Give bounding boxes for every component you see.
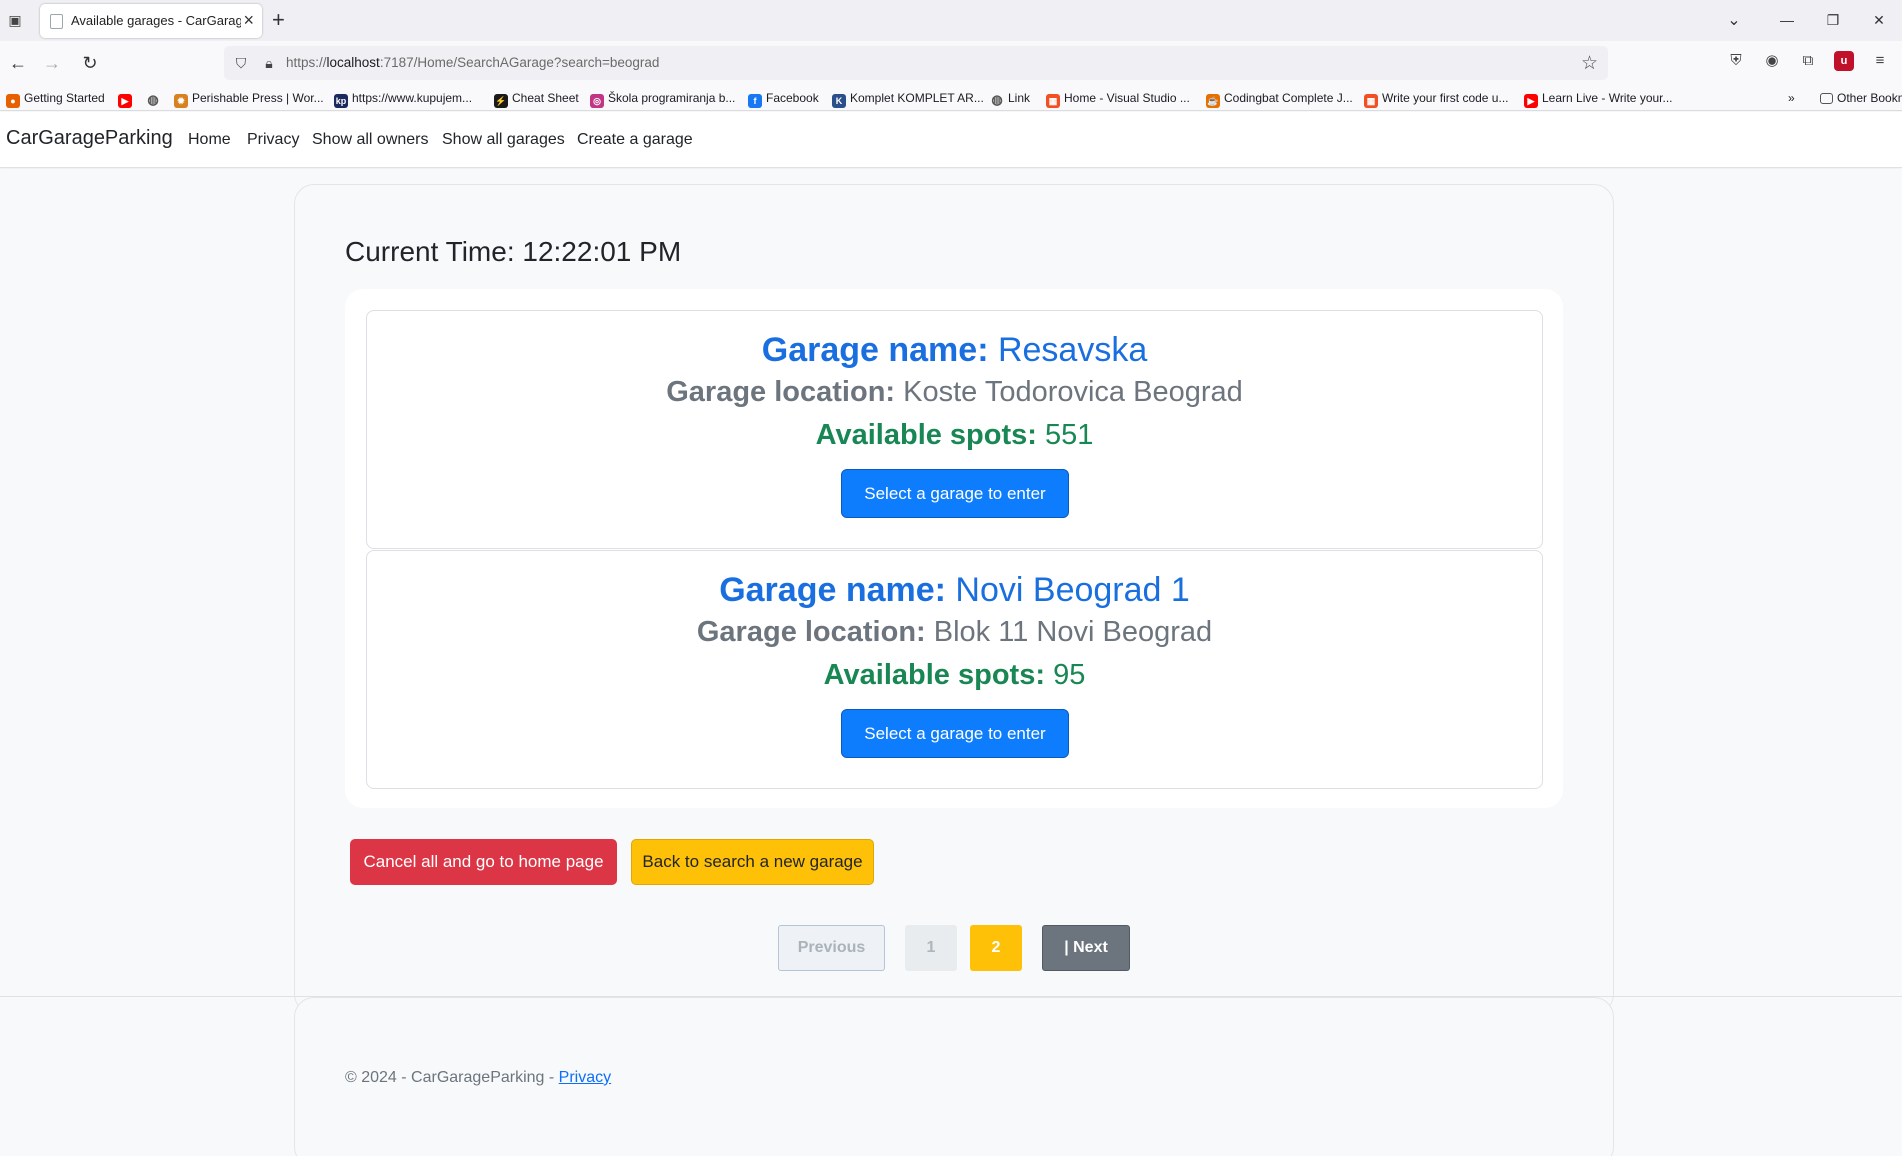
footer-text: © 2024 - CarGarageParking - Privacy — [345, 1069, 612, 1086]
restore-icon[interactable]: ❐ — [1810, 0, 1856, 41]
browser-navigation-bar: ← → ↻ ⛉ 🔒︎ https://localhost:7187/Home/S… — [0, 41, 1902, 85]
youtube-icon: ▶ — [1524, 94, 1538, 108]
tab-title: Available garages - CarGarageP — [71, 13, 241, 28]
bookmark-label: Learn Live - Write your... — [1542, 91, 1673, 105]
tracking-shield-icon[interactable]: ⛉ — [232, 54, 250, 72]
footer-privacy-link[interactable]: Privacy — [559, 1069, 611, 1086]
pagination-next-button[interactable]: | Next — [1042, 925, 1130, 971]
forward-arrow-icon[interactable]: → — [40, 51, 64, 75]
bookmark-label: Getting Started — [24, 91, 105, 105]
list-all-tabs-icon[interactable]: ⌄ — [1704, 0, 1764, 41]
globe-icon: ◍ — [147, 92, 159, 107]
garage-location: Garage location: Blok 11 Novi Beograd — [696, 616, 1213, 648]
instagram-icon: ◎ — [590, 94, 604, 108]
extensions-icon[interactable]: ⧉ — [1798, 51, 1818, 71]
nav-privacy-link[interactable]: Privacy — [247, 131, 299, 149]
bookmark-item[interactable]: ⚡ Cheat Sheet — [494, 89, 579, 108]
other-bookmarks[interactable]: Other Bookmarks — [1820, 89, 1902, 107]
bookmark-item[interactable]: ▦ Home - Visual Studio ... — [1046, 89, 1190, 108]
select-garage-button[interactable]: Select a garage to enter — [841, 469, 1069, 518]
bookmark-label: Link — [1008, 91, 1031, 105]
cancel-home-button[interactable]: Cancel all and go to home page — [350, 839, 617, 885]
bookmark-label: Cheat Sheet — [512, 91, 579, 105]
youtube-icon: ▶ — [118, 94, 132, 108]
new-tab-icon[interactable]: + — [272, 6, 285, 34]
site-navbar: CarGarageParking Home Privacy Show all o… — [0, 112, 1902, 168]
ublock-icon[interactable]: u — [1834, 51, 1854, 71]
bookmark-item[interactable]: kp https://www.kupujem... — [334, 89, 473, 108]
select-garage-button[interactable]: Select a garage to enter — [841, 709, 1069, 758]
bookmark-label: Škola programiranja b... — [608, 91, 736, 105]
pagination-previous-button[interactable]: Previous — [778, 925, 885, 971]
available-spots: Available spots: 95 — [823, 659, 1086, 691]
firefox-icon: ● — [6, 94, 20, 108]
back-to-search-button[interactable]: Back to search a new garage — [631, 839, 874, 885]
bookmark-label: Komplet KOMPLET AR... — [850, 91, 984, 105]
chevron-more-icon[interactable]: » — [1788, 89, 1795, 107]
bookmark-label: Codingbat Complete J... — [1224, 91, 1353, 105]
sun-icon: ✹ — [174, 94, 188, 108]
browser-tab-bar: ▣ Available garages - CarGarageP × + ⌄ —… — [0, 0, 1902, 41]
windows-icon: ▦ — [1364, 94, 1378, 108]
reload-icon[interactable]: ↻ — [78, 51, 102, 75]
kp-icon: kp — [334, 94, 348, 108]
java-icon: ☕ — [1206, 94, 1220, 108]
nav-show-all-owners-link[interactable]: Show all owners — [312, 131, 429, 149]
back-arrow-icon[interactable]: ← — [6, 51, 30, 75]
k-icon: K — [832, 94, 846, 108]
facebook-icon: f — [748, 94, 762, 108]
bookmark-item[interactable]: ◍ Link — [990, 89, 1030, 107]
nav-show-all-garages-link[interactable]: Show all garages — [442, 131, 565, 149]
bookmark-label: Perishable Press | Wor... — [192, 91, 324, 105]
bolt-icon: ⚡ — [494, 94, 508, 108]
nav-home-link[interactable]: Home — [188, 131, 231, 149]
account-icon[interactable]: ◉ — [1762, 51, 1782, 71]
bookmark-star-icon[interactable]: ☆ — [1581, 52, 1598, 75]
bookmark-item[interactable]: ● Getting Started — [6, 89, 105, 108]
bookmark-item[interactable]: K Komplet KOMPLET AR... — [832, 89, 984, 108]
bookmark-label: Write your first code u... — [1382, 91, 1509, 105]
close-tab-icon[interactable]: × — [243, 10, 254, 30]
garage-card: Garage name: Resavska Garage location: K… — [366, 310, 1543, 549]
bookmark-item[interactable]: ✹ Perishable Press | Wor... — [174, 89, 324, 108]
garage-location: Garage location: Koste Todorovica Beogra… — [666, 376, 1243, 408]
minimize-icon[interactable]: — — [1764, 0, 1810, 41]
bookmark-label: https://www.kupujem... — [352, 91, 473, 105]
bookmark-item[interactable]: ☕ Codingbat Complete J... — [1206, 89, 1353, 108]
url-text[interactable]: https://localhost:7187/Home/SearchAGarag… — [286, 55, 659, 70]
page-favicon-icon — [50, 14, 63, 29]
current-time: Current Time: 12:22:01 PM — [345, 236, 682, 267]
pagination-page-1[interactable]: 1 — [905, 925, 957, 971]
bookmark-label: Home - Visual Studio ... — [1064, 91, 1190, 105]
bookmarks-toolbar: » Other Bookmarks ● Getting Started ▶ ◍ ✹ Per… — [0, 85, 1902, 111]
nav-create-garage-link[interactable]: Create a garage — [577, 131, 693, 149]
garage-card: Garage name: Novi Beograd 1 Garage locat… — [366, 550, 1543, 789]
menu-icon[interactable]: ≡ — [1870, 51, 1890, 71]
bookmark-label: Facebook — [766, 91, 819, 105]
tab-list-icon[interactable]: ▣ — [4, 9, 26, 31]
bookmark-item[interactable]: ▶ Learn Live - Write your... — [1524, 89, 1673, 108]
bookmark-item[interactable]: ▦ Write your first code u... — [1364, 89, 1509, 108]
garage-name: Garage name: Resavska — [761, 331, 1148, 369]
pagination-page-2-current[interactable]: 2 — [970, 925, 1022, 971]
brand-link[interactable]: CarGarageParking — [6, 127, 173, 150]
url-bar[interactable]: ⛉ 🔒︎ https://localhost:7187/Home/SearchA… — [224, 46, 1608, 80]
windows-icon: ▦ — [1046, 94, 1060, 108]
globe-icon: ◍ — [991, 92, 1003, 107]
folder-icon — [1820, 93, 1833, 104]
bookmark-item[interactable]: ◍ — [146, 89, 164, 107]
bookmark-item[interactable]: ▶ — [118, 89, 136, 108]
bookmark-item[interactable]: f Facebook — [748, 89, 819, 108]
browser-tab-active[interactable]: Available garages - CarGarageP × — [40, 4, 262, 38]
window-close-icon[interactable]: ✕ — [1856, 0, 1902, 41]
lock-icon[interactable]: 🔒︎ — [260, 54, 278, 72]
garage-name: Garage name: Novi Beograd 1 — [719, 571, 1190, 609]
bookmark-item[interactable]: ◎ Škola programiranja b... — [590, 89, 736, 108]
available-spots: Available spots: 551 — [815, 419, 1094, 451]
pocket-icon[interactable]: ⛨ — [1726, 51, 1746, 71]
